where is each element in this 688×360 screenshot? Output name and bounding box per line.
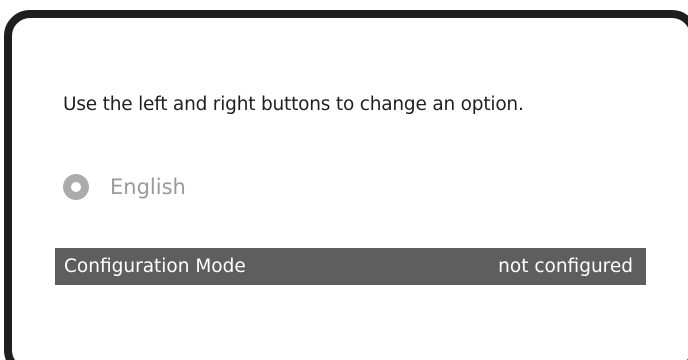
radio-dot [71,182,81,192]
screen: Use the left and right buttons to change… [0,0,688,360]
configuration-mode-label: Configuration Mode [64,256,246,277]
configuration-mode-row[interactable]: Configuration Mode not configured [55,248,646,285]
language-option[interactable]: English [63,170,186,204]
language-option-label: English [110,175,186,199]
radio-icon[interactable] [63,174,89,200]
instruction-text: Use the left and right buttons to change… [63,94,524,115]
configuration-mode-value: not configured [498,256,633,277]
